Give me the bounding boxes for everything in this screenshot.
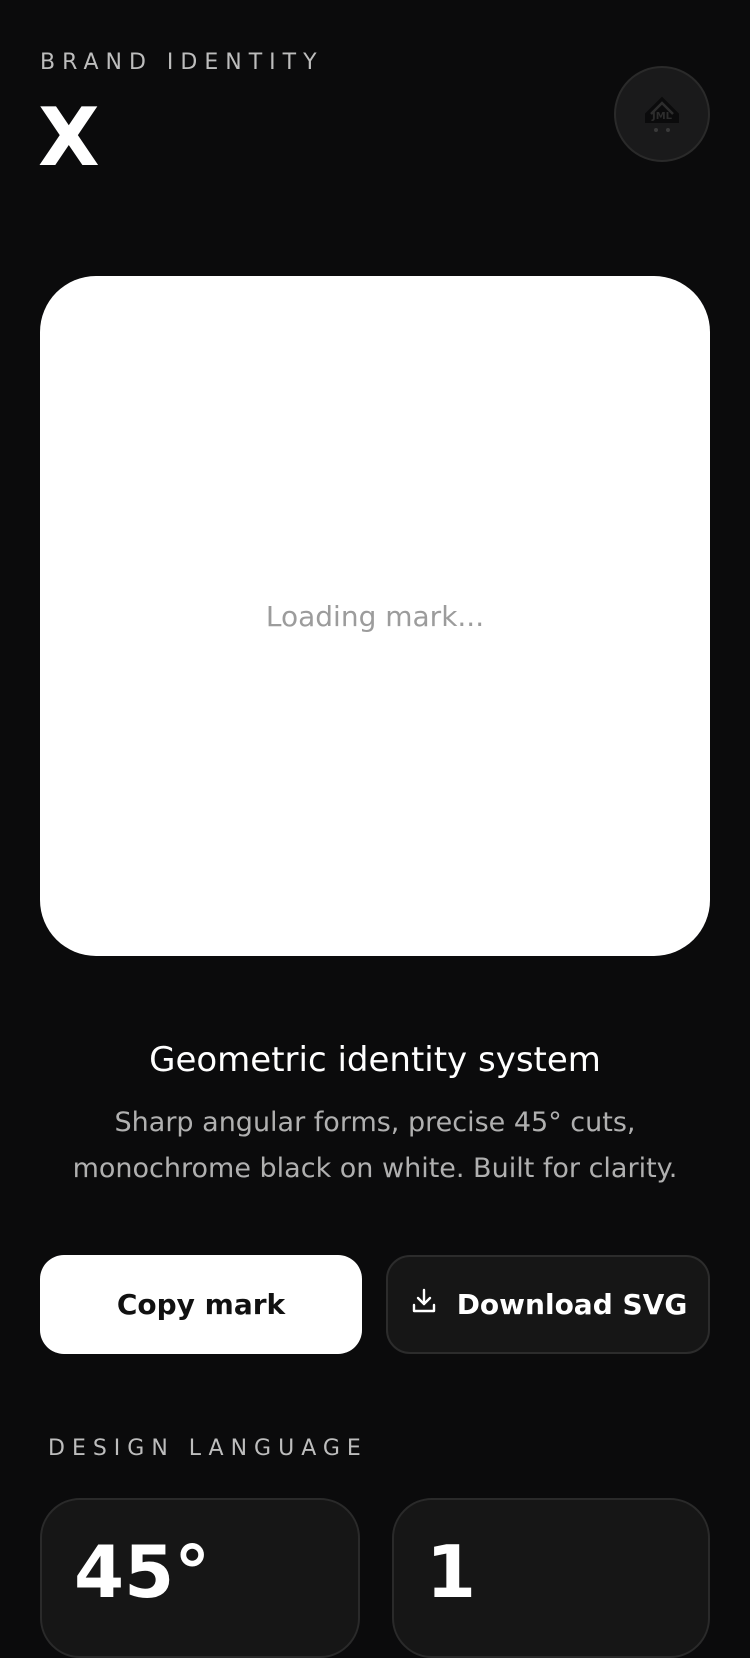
- stat-card: 1: [392, 1498, 710, 1658]
- download-svg-label: Download SVG: [456, 1288, 688, 1321]
- mark-preview-card: Loading mark...: [40, 276, 710, 956]
- storefront-logo-icon: JML: [638, 88, 686, 140]
- design-language-label: DESIGN LANGUAGE: [48, 1436, 368, 1461]
- avatar-button[interactable]: JML: [614, 66, 710, 162]
- identity-headline: Geometric identity system: [149, 1040, 601, 1080]
- brand-mark-title: X: [38, 91, 100, 184]
- download-icon: [409, 1286, 439, 1323]
- copy-mark-button[interactable]: Copy mark: [40, 1255, 362, 1354]
- download-svg-button[interactable]: Download SVG: [386, 1255, 710, 1354]
- identity-description: Sharp angular forms, precise 45° cuts, m…: [72, 1107, 678, 1184]
- stat-value: 1: [426, 1530, 477, 1614]
- copy-mark-label: Copy mark: [116, 1288, 286, 1321]
- section-eyebrow: BRAND IDENTITY: [40, 50, 324, 75]
- svg-text:JML: JML: [651, 111, 673, 122]
- stat-value: 45°: [74, 1530, 211, 1614]
- loading-text: Loading mark...: [265, 599, 485, 633]
- stat-card: 45°: [40, 1498, 360, 1658]
